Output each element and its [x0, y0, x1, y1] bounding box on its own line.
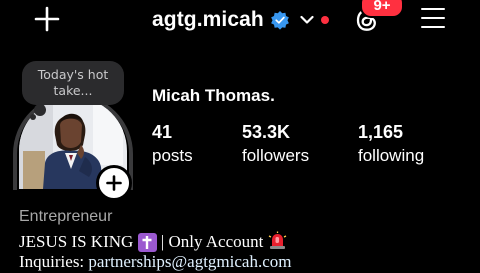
create-plus-icon[interactable] — [34, 6, 60, 32]
note-text: Today's hot take... — [37, 67, 109, 98]
stat-value: 41 — [152, 122, 173, 142]
full-name: Micah Thomas. — [152, 86, 275, 105]
stat-posts[interactable]: 41 posts — [152, 122, 193, 166]
stat-followers[interactable]: 53.3K followers — [242, 122, 309, 166]
bio-text: | Only Account — [160, 232, 264, 251]
stat-following[interactable]: 1,165 following — [358, 122, 424, 166]
police-light-emoji — [268, 231, 287, 250]
account-switcher[interactable]: agtg.micah — [152, 6, 329, 34]
stat-value: 1,165 — [358, 122, 404, 142]
bio-text: JESUS IS KING — [19, 232, 134, 251]
notification-badge: 9+ — [360, 0, 404, 18]
bio-text: Inquiries: — [19, 252, 89, 271]
top-bar: agtg.micah 9+ — [0, 0, 480, 40]
email-link[interactable]: partnerships@agtgmicah.com — [88, 252, 291, 271]
note-tail-small — [30, 114, 36, 120]
profile-category: Entrepreneur — [19, 208, 113, 225]
latin-cross-emoji — [137, 233, 157, 252]
note-tail — [34, 104, 46, 116]
username: agtg.micah — [152, 8, 264, 31]
stat-label: posts — [152, 146, 193, 165]
stat-label: following — [358, 146, 425, 165]
verified-badge-icon — [271, 11, 289, 30]
unread-dot — [320, 16, 329, 24]
bio-line-1: JESUS IS KING | Only Account — [19, 231, 287, 252]
add-story-button[interactable] — [96, 165, 132, 201]
stat-value: 53.3K — [242, 122, 291, 142]
menu-icon[interactable] — [421, 8, 445, 30]
note-bubble[interactable]: Today's hot take... — [22, 61, 124, 105]
bio-line-2: Inquiries: partnerships@agtgmicah.com — [19, 252, 291, 272]
add-story-plus-icon — [106, 175, 122, 191]
stat-label: followers — [242, 146, 310, 165]
chevron-down-icon — [300, 15, 314, 24]
